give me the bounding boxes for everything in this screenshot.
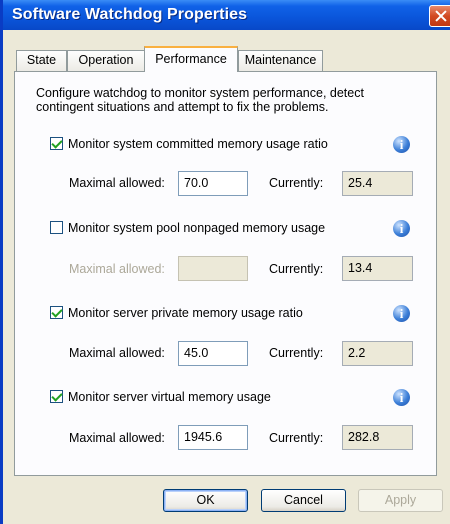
panel-description: Configure watchdog to monitor system per…	[36, 86, 364, 114]
private-memory-label: Monitor server private memory usage rati…	[68, 306, 303, 320]
title-bar[interactable]: Software Watchdog Properties	[3, 0, 450, 30]
nonpaged-max-input	[178, 256, 248, 281]
currently-label: Currently:	[269, 176, 324, 190]
nonpaged-pool-label: Monitor system pool nonpaged memory usag…	[68, 221, 326, 235]
committed-memory-checkbox[interactable]	[50, 137, 63, 150]
info-icon[interactable]: i	[393, 305, 410, 322]
virtual-max-input[interactable]: 1945.6	[178, 425, 248, 450]
private-max-input[interactable]: 45.0	[178, 341, 248, 366]
apply-button: Apply	[358, 489, 443, 512]
committed-memory-label: Monitor system committed memory usage ra…	[68, 137, 328, 151]
info-icon[interactable]: i	[393, 136, 410, 153]
nonpaged-pool-checkbox[interactable]	[50, 221, 63, 234]
private-memory-checkbox[interactable]	[50, 306, 63, 319]
currently-label: Currently:	[269, 262, 324, 276]
currently-label: Currently:	[269, 431, 324, 445]
max-allowed-label: Maximal allowed:	[69, 346, 165, 360]
max-allowed-label: Maximal allowed:	[69, 431, 165, 445]
tab-maintenance[interactable]: Maintenance	[238, 50, 323, 71]
virtual-current-value: 282.8	[342, 425, 413, 450]
virtual-memory-checkbox[interactable]	[50, 390, 63, 403]
tab-state[interactable]: State	[16, 50, 67, 71]
tab-operation[interactable]: Operation	[67, 50, 145, 71]
info-icon[interactable]: i	[393, 389, 410, 406]
max-allowed-label: Maximal allowed:	[69, 176, 165, 190]
max-allowed-label: Maximal allowed:	[69, 262, 165, 276]
nonpaged-current-value: 13.4	[342, 256, 413, 281]
info-icon[interactable]: i	[393, 220, 410, 237]
properties-dialog: Software Watchdog Properties State Opera…	[0, 0, 450, 524]
currently-label: Currently:	[269, 346, 324, 360]
virtual-memory-label: Monitor server virtual memory usage	[68, 390, 271, 404]
committed-current-value: 25.4	[342, 171, 413, 196]
ok-button[interactable]: OK	[163, 489, 248, 512]
tab-performance[interactable]: Performance	[144, 46, 238, 72]
close-button[interactable]	[429, 5, 450, 27]
window-title: Software Watchdog Properties	[12, 6, 248, 23]
cancel-button[interactable]: Cancel	[261, 489, 346, 512]
committed-max-input[interactable]: 70.0	[178, 171, 248, 196]
private-current-value: 2.2	[342, 341, 413, 366]
